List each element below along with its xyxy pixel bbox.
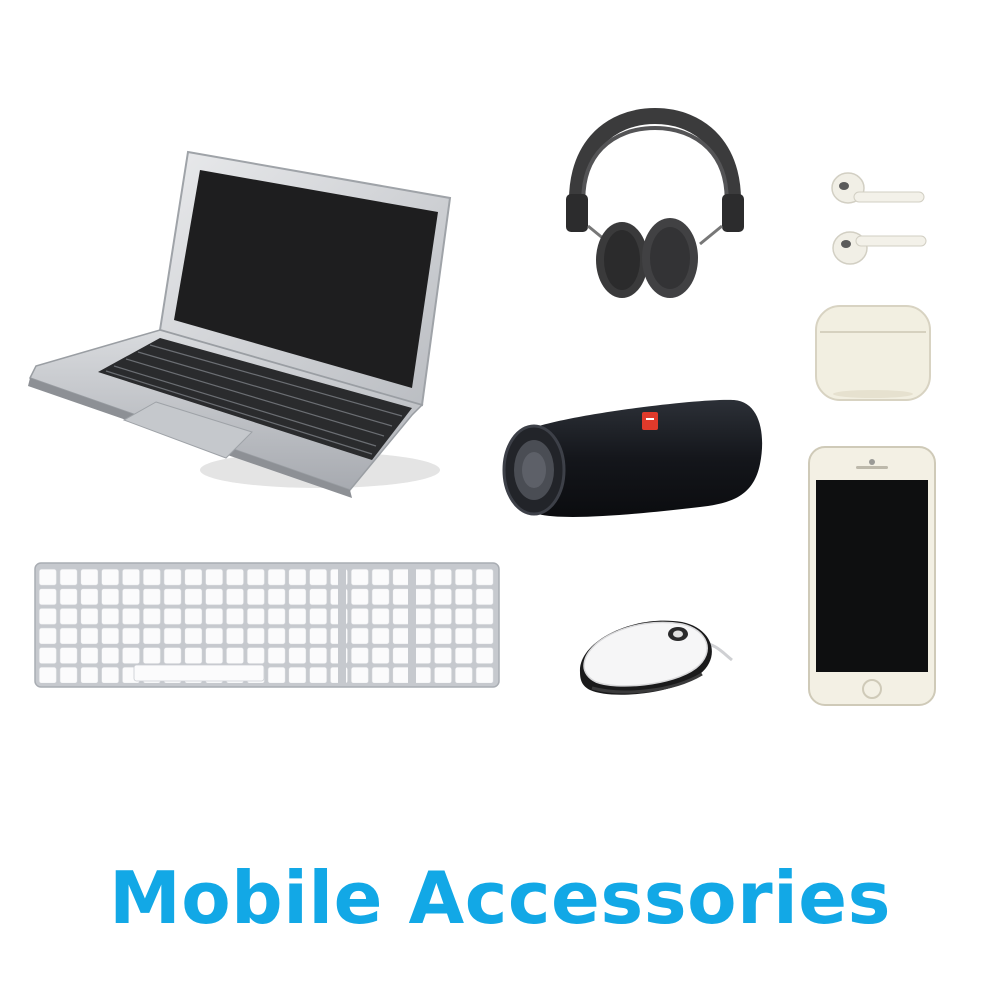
headphones-icon: [566, 108, 744, 298]
speaker-icon: [502, 399, 763, 517]
smartphone-icon: [808, 446, 936, 706]
product-collage: Mobile Accessories: [0, 0, 1000, 1000]
laptop-icon: [28, 150, 452, 498]
keyboard-icon: [34, 562, 500, 688]
mouse-icon: [579, 620, 733, 695]
earbuds-icon: [831, 172, 927, 265]
page-title: Mobile Accessories: [109, 856, 891, 940]
earbuds-case-icon: [815, 305, 931, 401]
